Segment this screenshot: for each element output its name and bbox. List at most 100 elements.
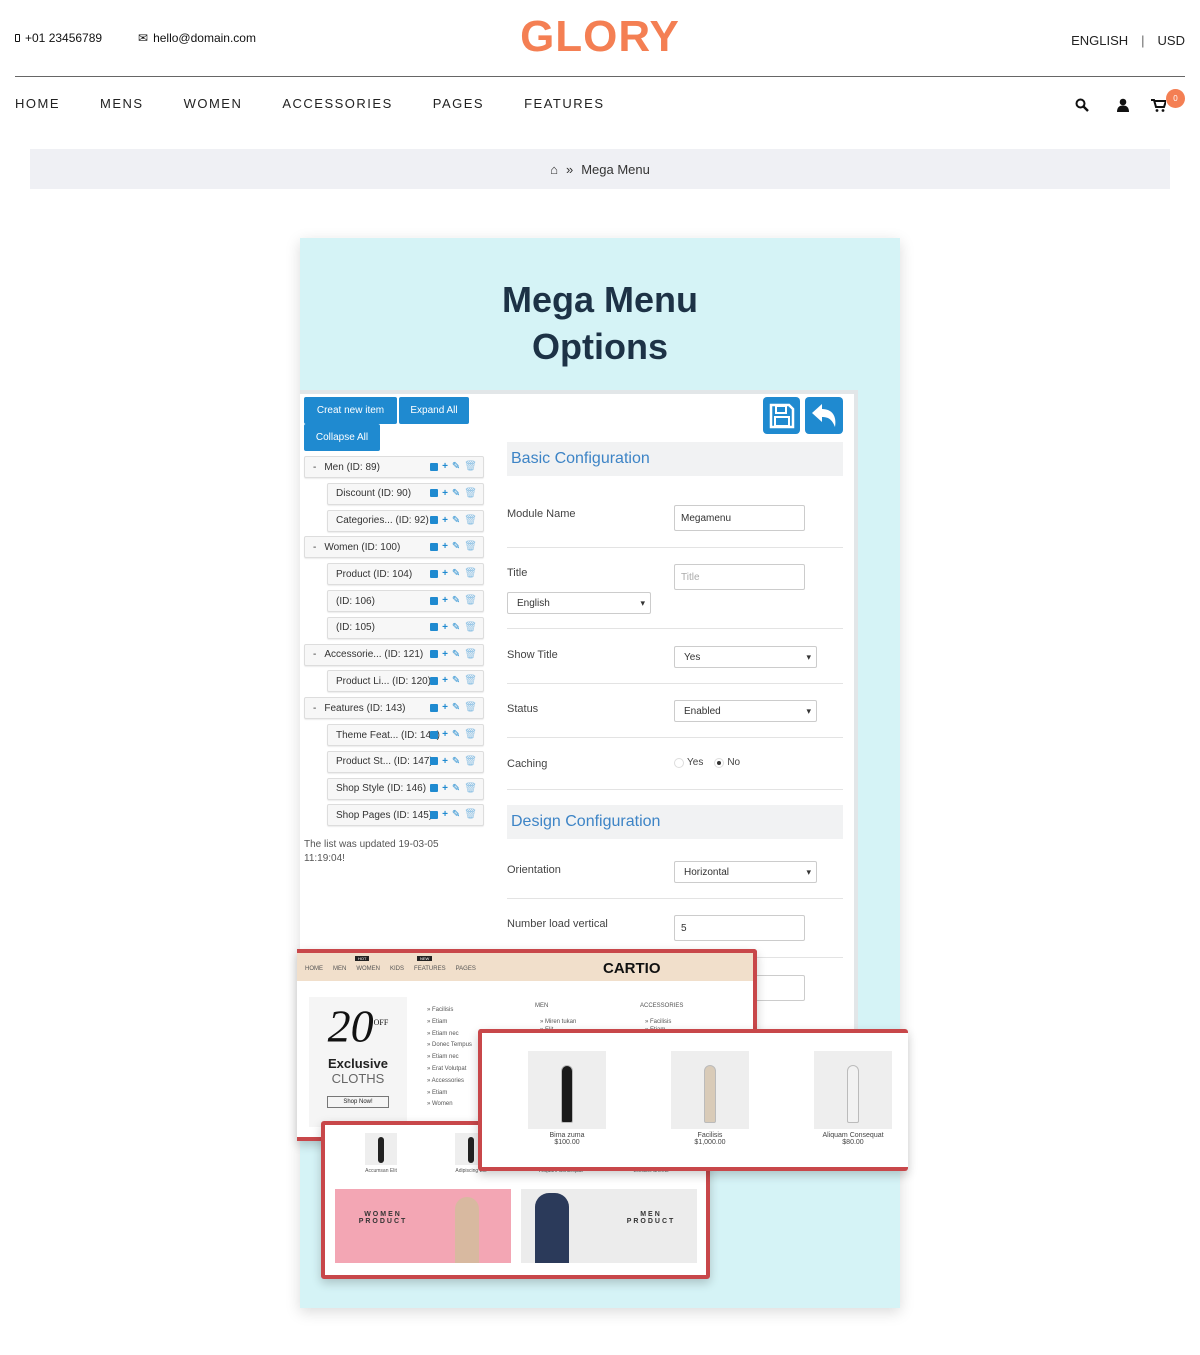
- logo[interactable]: GLORY: [0, 12, 1200, 62]
- tree-item[interactable]: - Women (ID: 100) + ✎ 🗑︎: [304, 536, 484, 559]
- delete-icon[interactable]: 🗑︎: [464, 515, 477, 526]
- collapse-all-button[interactable]: Collapse All: [304, 424, 380, 451]
- add-icon[interactable]: +: [442, 729, 448, 740]
- toggle-icon[interactable]: [430, 810, 439, 819]
- delete-icon[interactable]: 🗑︎: [464, 649, 477, 660]
- tree-item[interactable]: Product Li... (ID: 120) + ✎ 🗑︎: [327, 670, 484, 693]
- title-language-select[interactable]: English: [507, 592, 651, 614]
- home-icon[interactable]: ⌂: [550, 162, 558, 177]
- add-icon[interactable]: +: [442, 595, 448, 606]
- delete-icon[interactable]: 🗑︎: [464, 783, 477, 794]
- add-icon[interactable]: +: [442, 541, 448, 552]
- delete-icon[interactable]: 🗑︎: [464, 729, 477, 740]
- collapse-toggle[interactable]: -: [313, 462, 316, 473]
- save-icon[interactable]: [763, 397, 800, 434]
- toggle-icon[interactable]: [430, 730, 439, 739]
- toggle-icon[interactable]: [430, 462, 439, 471]
- delete-icon[interactable]: 🗑︎: [464, 568, 477, 579]
- edit-icon[interactable]: ✎: [452, 756, 460, 767]
- edit-icon[interactable]: ✎: [452, 783, 460, 794]
- add-icon[interactable]: +: [442, 649, 448, 660]
- add-icon[interactable]: +: [442, 809, 448, 820]
- toggle-icon[interactable]: [430, 596, 439, 605]
- search-icon[interactable]: [1075, 98, 1089, 117]
- status-select[interactable]: Enabled: [674, 700, 817, 722]
- show-title-select[interactable]: Yes: [674, 646, 817, 668]
- women-banner[interactable]: WOMEN PRODUCT: [335, 1189, 511, 1263]
- add-icon[interactable]: +: [442, 702, 448, 713]
- small-product[interactable]: Accumsan Elit: [341, 1133, 421, 1174]
- toggle-icon[interactable]: [430, 623, 439, 632]
- tree-item[interactable]: Shop Style (ID: 146) + ✎ 🗑︎: [327, 777, 484, 800]
- language-select[interactable]: ENGLISH: [1071, 33, 1128, 48]
- number-load-input[interactable]: 5: [674, 915, 805, 941]
- delete-icon[interactable]: 🗑︎: [464, 756, 477, 767]
- edit-icon[interactable]: ✎: [452, 541, 460, 552]
- delete-icon[interactable]: 🗑︎: [464, 595, 477, 606]
- caching-no-radio[interactable]: [714, 757, 725, 768]
- delete-icon[interactable]: 🗑︎: [464, 488, 477, 499]
- orientation-select[interactable]: Horizontal: [674, 861, 817, 883]
- toggle-icon[interactable]: [430, 703, 439, 712]
- edit-icon[interactable]: ✎: [452, 675, 460, 686]
- edit-icon[interactable]: ✎: [452, 729, 460, 740]
- add-icon[interactable]: +: [442, 675, 448, 686]
- edit-icon[interactable]: ✎: [452, 649, 460, 660]
- edit-icon[interactable]: ✎: [452, 622, 460, 633]
- toggle-icon[interactable]: [430, 650, 439, 659]
- add-icon[interactable]: +: [442, 461, 448, 472]
- collapse-toggle[interactable]: -: [313, 649, 316, 660]
- toggle-icon[interactable]: [430, 542, 439, 551]
- nav-mens[interactable]: MENS: [100, 96, 144, 111]
- tree-item[interactable]: - Features (ID: 143) + ✎ 🗑︎: [304, 697, 484, 720]
- product-card[interactable]: Aliquam Consequat $80.00: [798, 1051, 908, 1146]
- nav-women[interactable]: WOMEN: [184, 96, 243, 111]
- edit-icon[interactable]: ✎: [452, 809, 460, 820]
- toggle-icon[interactable]: [430, 569, 439, 578]
- nav-pages[interactable]: PAGES: [433, 96, 484, 111]
- edit-icon[interactable]: ✎: [452, 488, 460, 499]
- edit-icon[interactable]: ✎: [452, 461, 460, 472]
- tree-item[interactable]: (ID: 105) + ✎ 🗑︎: [327, 616, 484, 639]
- tree-item[interactable]: Product St... (ID: 147) + ✎ 🗑︎: [327, 750, 484, 773]
- delete-icon[interactable]: 🗑︎: [464, 622, 477, 633]
- edit-icon[interactable]: ✎: [452, 595, 460, 606]
- cart-icon[interactable]: [1151, 99, 1168, 117]
- title-input[interactable]: Title: [674, 564, 805, 590]
- toggle-icon[interactable]: [430, 516, 439, 525]
- nav-accessories[interactable]: ACCESSORIES: [282, 96, 392, 111]
- edit-icon[interactable]: ✎: [452, 515, 460, 526]
- product-card[interactable]: Facilisis $1,000.00: [655, 1051, 765, 1146]
- edit-icon[interactable]: ✎: [452, 702, 460, 713]
- user-icon[interactable]: [1117, 98, 1129, 117]
- currency-select[interactable]: USD: [1158, 33, 1185, 48]
- toggle-icon[interactable]: [430, 489, 439, 498]
- add-icon[interactable]: +: [442, 622, 448, 633]
- collapse-toggle[interactable]: -: [313, 703, 316, 714]
- toggle-icon[interactable]: [430, 757, 439, 766]
- delete-icon[interactable]: 🗑︎: [464, 675, 477, 686]
- tree-item[interactable]: Product (ID: 104) + ✎ 🗑︎: [327, 563, 484, 586]
- tree-item[interactable]: Discount (ID: 90) + ✎ 🗑︎: [327, 482, 484, 505]
- caching-yes-radio[interactable]: [674, 757, 684, 768]
- delete-icon[interactable]: 🗑︎: [464, 541, 477, 552]
- delete-icon[interactable]: 🗑︎: [464, 461, 477, 472]
- add-icon[interactable]: +: [442, 783, 448, 794]
- tree-item[interactable]: Theme Feat... (ID: 148) + ✎ 🗑︎: [327, 724, 484, 746]
- add-icon[interactable]: +: [442, 515, 448, 526]
- delete-icon[interactable]: 🗑︎: [464, 702, 477, 713]
- shop-now-button[interactable]: Shop Now!: [327, 1096, 389, 1109]
- nav-features[interactable]: FEATURES: [524, 96, 604, 111]
- delete-icon[interactable]: 🗑︎: [464, 809, 477, 820]
- product-card[interactable]: Bima zuma $100.00: [512, 1051, 622, 1146]
- add-icon[interactable]: +: [442, 568, 448, 579]
- module-name-input[interactable]: Megamenu: [674, 505, 805, 531]
- tree-item[interactable]: - Men (ID: 89) + ✎ 🗑︎: [304, 456, 484, 478]
- add-icon[interactable]: +: [442, 488, 448, 499]
- toggle-icon[interactable]: [430, 676, 439, 685]
- collapse-toggle[interactable]: -: [313, 542, 316, 553]
- create-item-button[interactable]: Creat new item: [304, 397, 397, 424]
- back-icon[interactable]: [805, 397, 843, 434]
- edit-icon[interactable]: ✎: [452, 568, 460, 579]
- expand-all-button[interactable]: Expand All: [399, 397, 469, 424]
